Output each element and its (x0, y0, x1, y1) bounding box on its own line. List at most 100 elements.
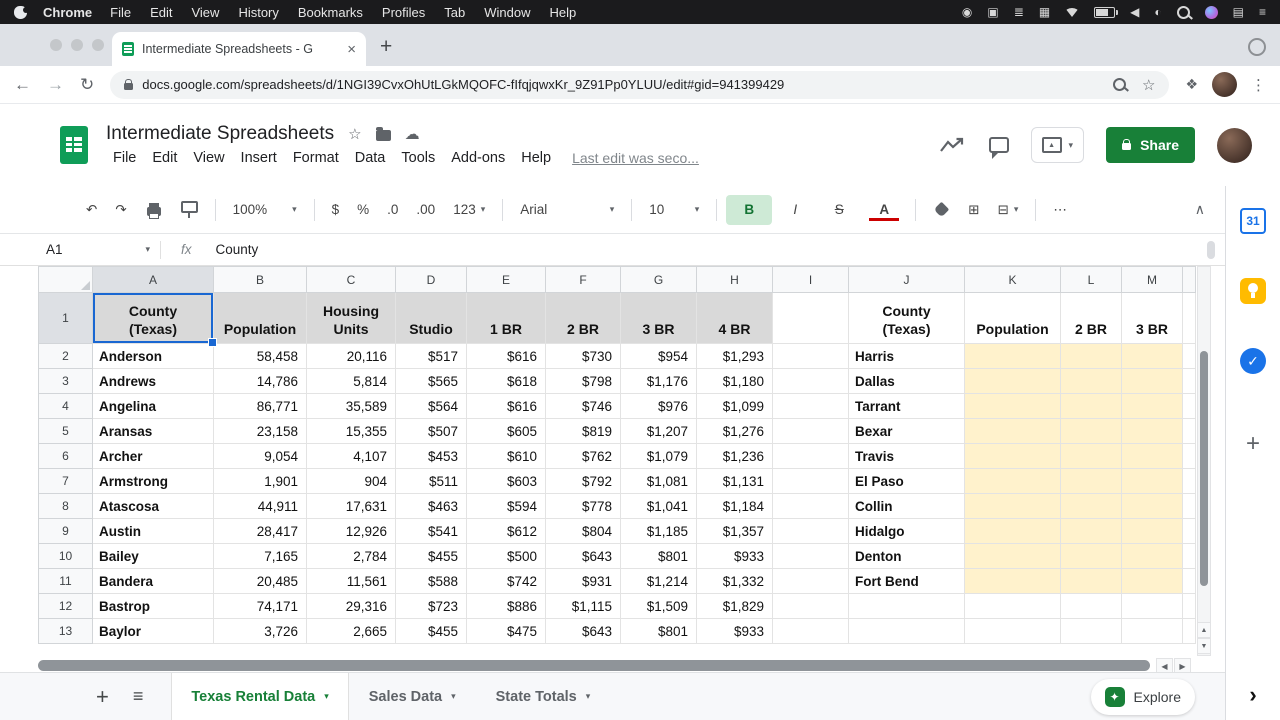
cell-J5[interactable]: Bexar (849, 419, 965, 444)
cell-F6[interactable]: $762 (546, 444, 621, 469)
new-tab-button[interactable]: + (380, 35, 392, 59)
row-header-13[interactable]: 13 (39, 619, 93, 644)
vertical-scrollbar[interactable] (1197, 266, 1211, 656)
cell-J10[interactable]: Denton (849, 544, 965, 569)
cell-F4[interactable]: $746 (546, 394, 621, 419)
cell-E2[interactable]: $616 (467, 344, 546, 369)
cell-E9[interactable]: $612 (467, 519, 546, 544)
cell-D4[interactable]: $564 (396, 394, 467, 419)
cell-K11[interactable] (965, 569, 1061, 594)
cell-L13[interactable] (1061, 619, 1122, 644)
cell-K2[interactable] (965, 344, 1061, 369)
reload-icon[interactable]: ↻ (80, 75, 94, 95)
cell-J8[interactable]: Collin (849, 494, 965, 519)
tasks-icon[interactable]: ✓ (1240, 348, 1266, 374)
cell-H8[interactable]: $1,184 (697, 494, 773, 519)
cell-L5[interactable] (1061, 419, 1122, 444)
format-percent-button[interactable]: % (349, 195, 377, 225)
row-header-6[interactable]: 6 (39, 444, 93, 469)
cell-I4[interactable] (773, 394, 849, 419)
cell-I5[interactable] (773, 419, 849, 444)
cell-F11[interactable]: $931 (546, 569, 621, 594)
cell-C12[interactable]: 29,316 (307, 594, 396, 619)
cell-A2[interactable]: Anderson (93, 344, 214, 369)
cell-G12[interactable]: $1,509 (621, 594, 697, 619)
focus-icon[interactable]: ◐ (1154, 5, 1161, 19)
cell-H6[interactable]: $1,236 (697, 444, 773, 469)
cell-L10[interactable] (1061, 544, 1122, 569)
cell-C2[interactable]: 20,116 (307, 344, 396, 369)
fill-color-button[interactable] (925, 195, 958, 225)
menubar-item-history[interactable]: History (238, 5, 278, 20)
minimize-window-button[interactable] (71, 39, 83, 51)
row-header-12[interactable]: 12 (39, 594, 93, 619)
cell-H4[interactable]: $1,099 (697, 394, 773, 419)
cell-M5[interactable] (1122, 419, 1183, 444)
cell-E5[interactable]: $605 (467, 419, 546, 444)
cell-K3[interactable] (965, 369, 1061, 394)
collapse-toolbar-icon[interactable]: ∧ (1195, 201, 1205, 218)
cell-J12[interactable] (849, 594, 965, 619)
cell-C6[interactable]: 4,107 (307, 444, 396, 469)
cell-D9[interactable]: $541 (396, 519, 467, 544)
cell-E6[interactable]: $610 (467, 444, 546, 469)
cell-A6[interactable]: Archer (93, 444, 214, 469)
cell-H10[interactable]: $933 (697, 544, 773, 569)
cell-M13[interactable] (1122, 619, 1183, 644)
menubar-item-edit[interactable]: Edit (150, 5, 172, 20)
volume-icon[interactable]: ◀ (1130, 5, 1139, 19)
scroll-up-button[interactable]: ▲ (1197, 622, 1211, 638)
cell-I11[interactable] (773, 569, 849, 594)
strikethrough-button[interactable]: S (818, 195, 860, 225)
doc-title[interactable]: Intermediate Spreadsheets (106, 123, 334, 145)
cell-M2[interactable] (1122, 344, 1183, 369)
font-size-select[interactable]: 10▾ (641, 195, 707, 225)
cell-F1[interactable]: 2 BR (546, 293, 621, 344)
bold-button[interactable]: B (726, 195, 772, 225)
cell-I1[interactable] (773, 293, 849, 344)
print-button[interactable] (137, 195, 171, 225)
more-toolbar-button[interactable]: ⋯ (1045, 195, 1075, 225)
cell-I8[interactable] (773, 494, 849, 519)
menubar-item-file[interactable]: File (110, 5, 131, 20)
star-doc-icon[interactable]: ☆ (348, 125, 361, 143)
cell-M3[interactable] (1122, 369, 1183, 394)
browser-menu-kebab-icon[interactable]: ⋮ (1251, 76, 1266, 94)
cell-D1[interactable]: Studio (396, 293, 467, 344)
menu-data[interactable]: Data (348, 148, 393, 168)
sheets-logo-icon[interactable] (60, 126, 88, 164)
column-header-I[interactable]: I (773, 267, 849, 293)
undo-button[interactable]: ↶ (78, 195, 105, 225)
cell-B12[interactable]: 74,171 (214, 594, 307, 619)
cell-J4[interactable]: Tarrant (849, 394, 965, 419)
apple-menu-icon[interactable] (14, 6, 27, 19)
cell-B1[interactable]: Population (214, 293, 307, 344)
cell-B4[interactable]: 86,771 (214, 394, 307, 419)
italic-button[interactable]: I (774, 195, 816, 225)
cell-K4[interactable] (965, 394, 1061, 419)
scroll-right-button[interactable]: ▶ (1174, 658, 1191, 672)
cell-B8[interactable]: 44,911 (214, 494, 307, 519)
cell-H2[interactable]: $1,293 (697, 344, 773, 369)
menubar-item-view[interactable]: View (191, 5, 219, 20)
cell-C7[interactable]: 904 (307, 469, 396, 494)
number-format-select[interactable]: 123▾ (445, 195, 493, 225)
menu-edit[interactable]: Edit (145, 148, 184, 168)
menu-tools[interactable]: Tools (394, 148, 442, 168)
sheet-tab-texas-rental-data[interactable]: Texas Rental Data▾ (171, 673, 348, 720)
cell-A8[interactable]: Atascosa (93, 494, 214, 519)
cell-J3[interactable]: Dallas (849, 369, 965, 394)
cell-G11[interactable]: $1,214 (621, 569, 697, 594)
cell-K12[interactable] (965, 594, 1061, 619)
cell-H13[interactable]: $933 (697, 619, 773, 644)
menu-list-icon[interactable]: ≡ (1259, 5, 1266, 19)
row-header-1[interactable]: 1 (39, 293, 93, 344)
cell-D13[interactable]: $455 (396, 619, 467, 644)
cell-A7[interactable]: Armstrong (93, 469, 214, 494)
name-box[interactable]: A1 ▾ (46, 242, 160, 257)
insights-trend-icon[interactable] (939, 136, 967, 154)
calendar-icon[interactable]: 31 (1240, 208, 1266, 234)
cell-D12[interactable]: $723 (396, 594, 467, 619)
column-header-H[interactable]: H (697, 267, 773, 293)
cell-M6[interactable] (1122, 444, 1183, 469)
